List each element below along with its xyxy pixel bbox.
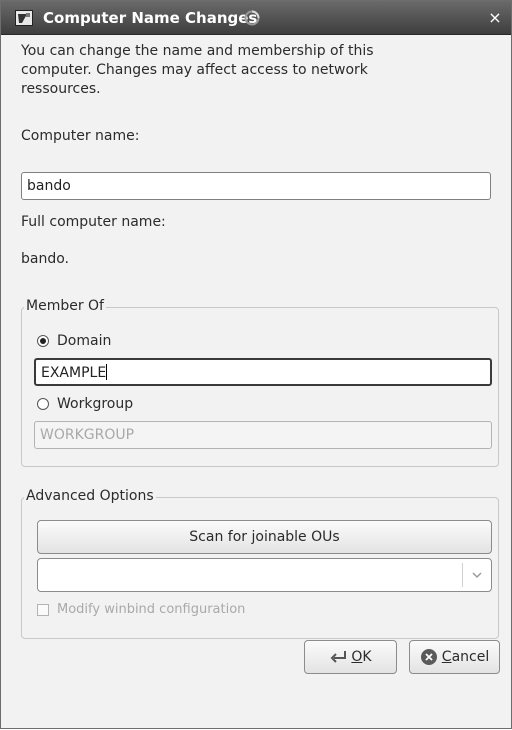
busy-spinner-icon: [244, 10, 260, 26]
full-computer-name-label: Full computer name:: [21, 214, 166, 230]
full-computer-name-value: bando.: [21, 251, 69, 267]
advanced-options-group: Advanced Options Scan for joinable OUs M…: [21, 488, 499, 639]
domain-radio-button[interactable]: [37, 335, 49, 347]
ok-label: K: [362, 649, 372, 665]
dialog-window: Computer Name Changes × You can change t…: [0, 0, 512, 729]
modify-winbind-checkbox[interactable]: [37, 603, 49, 616]
modify-winbind-checkbox-row[interactable]: Modify winbind configuration: [37, 602, 245, 617]
ou-combobox[interactable]: [37, 558, 492, 592]
cancel-icon: [420, 649, 437, 665]
advanced-options-legend: Advanced Options: [24, 488, 156, 504]
ok-mnemonic: O: [351, 649, 363, 665]
dialog-content: You can change the name and membership o…: [1, 35, 511, 730]
workgroup-radio-button[interactable]: [37, 398, 49, 410]
title-bar[interactable]: Computer Name Changes ×: [1, 1, 511, 35]
workgroup-radio[interactable]: Workgroup: [37, 396, 133, 412]
computer-name-label: Computer name:: [21, 128, 140, 144]
member-of-group: Member Of Domain EXAMPLE Workgroup WORKG…: [21, 298, 499, 467]
ok-button[interactable]: OK: [304, 640, 397, 674]
close-button[interactable]: ×: [485, 8, 505, 28]
workgroup-input[interactable]: WORKGROUP: [34, 421, 492, 449]
window-title: Computer Name Changes: [43, 9, 258, 27]
member-of-legend: Member Of: [24, 298, 106, 314]
close-icon: ×: [488, 8, 502, 27]
cancel-label: ancel: [451, 649, 490, 665]
chevron-down-icon[interactable]: [471, 569, 483, 581]
ok-arrow-icon: [330, 651, 347, 663]
combo-separator: [462, 563, 463, 587]
computer-name-input[interactable]: bando: [21, 172, 491, 200]
modify-winbind-label: Modify winbind configuration: [57, 602, 246, 617]
workgroup-value: WORKGROUP: [40, 427, 135, 443]
scan-ous-button[interactable]: Scan for joinable OUs: [37, 520, 492, 554]
workgroup-label: Workgroup: [57, 396, 134, 412]
computer-name-value: bando: [27, 178, 71, 194]
text-cursor: [106, 364, 108, 380]
domain-value: EXAMPLE: [41, 365, 107, 381]
domain-label: Domain: [57, 333, 112, 349]
scan-ous-label: Scan for joinable OUs: [189, 529, 340, 545]
domain-input[interactable]: EXAMPLE: [34, 358, 492, 386]
description-text: You can change the name and membership o…: [21, 43, 374, 97]
cancel-button[interactable]: Cancel: [409, 640, 500, 674]
app-icon: [15, 10, 33, 26]
cancel-mnemonic: C: [441, 649, 452, 665]
domain-radio[interactable]: Domain: [37, 333, 111, 349]
